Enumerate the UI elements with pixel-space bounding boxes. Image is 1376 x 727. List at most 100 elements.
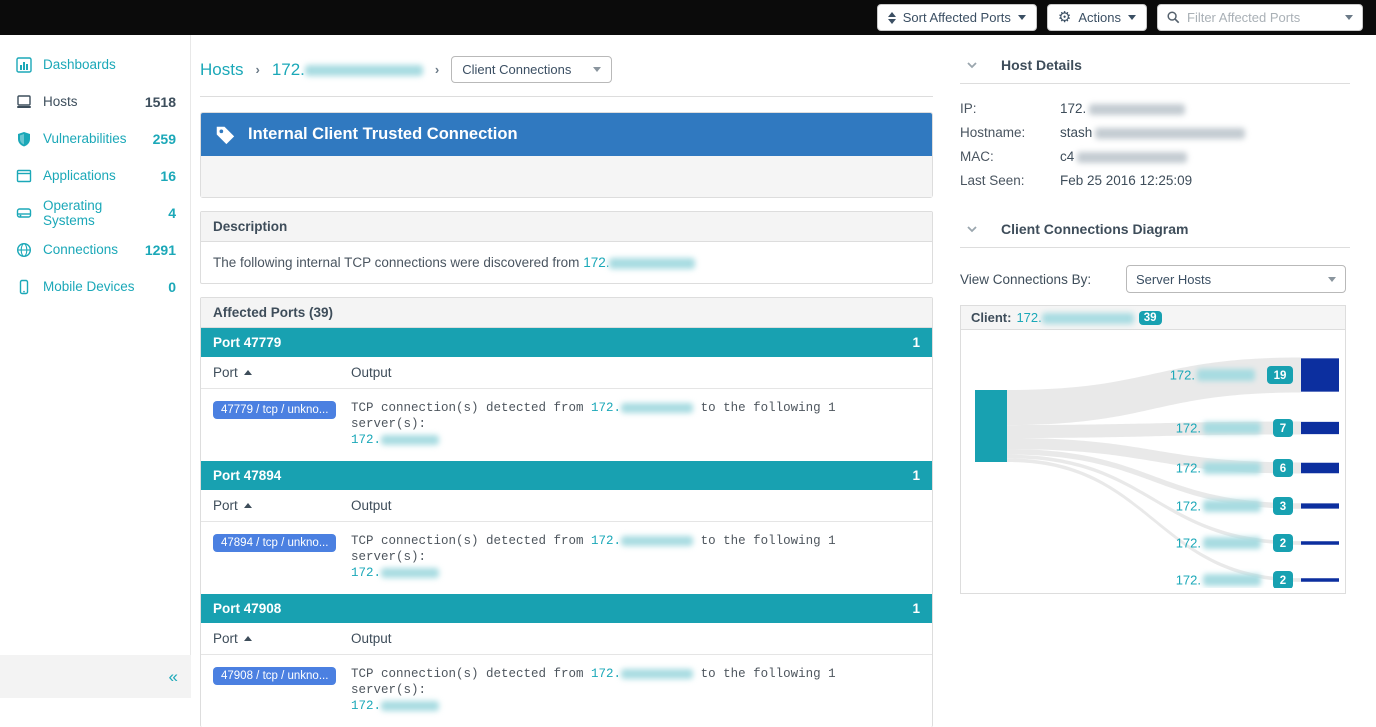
diagram-section-header: Client Connections Diagram — [960, 193, 1350, 248]
port-column-label: Port — [213, 365, 238, 380]
view-mode-dropdown[interactable]: Client Connections — [451, 56, 612, 83]
detail-label: MAC: — [960, 145, 1060, 169]
collapse-chevron-icon[interactable] — [966, 223, 978, 235]
sankey-target-node[interactable] — [1301, 358, 1339, 391]
port-output-text: TCP connection(s) detected from 172. to … — [351, 533, 836, 581]
chevron-down-icon — [1328, 277, 1336, 282]
port-section-band[interactable]: Port 47779 1 — [201, 328, 932, 357]
redacted-ip — [1042, 313, 1134, 324]
sidebar-item-connections[interactable]: Connections 1291 — [0, 231, 190, 268]
sankey-target-node[interactable] — [1301, 578, 1339, 582]
port-section: Port 47908 1 Port Output 47908 / tcp / u… — [201, 594, 932, 727]
port-band-title: Port 47894 — [213, 468, 281, 483]
redacted-ip — [1203, 537, 1261, 549]
sort-ascending-icon — [244, 370, 252, 375]
port-output-text: TCP connection(s) detected from 172. to … — [351, 400, 836, 448]
sankey-target-label[interactable]: 172. — [1176, 461, 1201, 476]
redacted-ip — [1203, 574, 1261, 586]
sidebar-item-count: 1518 — [145, 94, 176, 110]
host-details-title: Host Details — [1001, 57, 1082, 73]
port-column-sort[interactable]: Port — [213, 365, 351, 380]
port-section-band[interactable]: Port 47908 1 — [201, 594, 932, 623]
sidebar-item-operating-systems[interactable]: Operating Systems 4 — [0, 194, 190, 231]
host-detail-row: IP: 172. — [960, 97, 1350, 121]
sankey-target-label[interactable]: 172. — [1176, 573, 1201, 588]
sort-affected-ports-button[interactable]: Sort Affected Ports — [877, 4, 1037, 31]
collapse-chevron-icon[interactable] — [966, 59, 978, 71]
port-band-title: Port 47779 — [213, 335, 281, 350]
port-badge[interactable]: 47779 / tcp / unkno... — [213, 401, 336, 419]
sidebar-collapse-bar: « — [0, 655, 191, 698]
port-section-band[interactable]: Port 47894 1 — [201, 461, 932, 490]
sankey-count-text: 2 — [1280, 575, 1286, 587]
diagram-client-header: Client: 172. 39 — [961, 306, 1345, 330]
redacted-ip — [1203, 422, 1261, 434]
client-total-badge: 39 — [1139, 311, 1162, 325]
sankey-count-text: 19 — [1274, 370, 1287, 382]
sankey-count-text: 3 — [1280, 501, 1286, 513]
breadcrumb-host-ip[interactable]: 172. — [272, 60, 423, 80]
sankey-target-label[interactable]: 172. — [1176, 499, 1201, 514]
out-pre: TCP connection(s) detected from — [351, 667, 591, 681]
sidebar-item-label: Operating Systems — [43, 198, 157, 228]
sidebar-item-label: Dashboards — [43, 57, 165, 72]
redacted-value — [1077, 152, 1187, 163]
description-panel: Description The following internal TCP c… — [200, 211, 933, 284]
collapse-sidebar-button[interactable]: « — [169, 667, 178, 687]
sidebar-item-mobile-devices[interactable]: Mobile Devices 0 — [0, 268, 190, 305]
sort-ascending-icon — [244, 503, 252, 508]
view-connections-by-row: View Connections By: Server Hosts — [960, 248, 1350, 305]
view-by-dropdown[interactable]: Server Hosts — [1126, 265, 1346, 293]
breadcrumb-hosts-link[interactable]: Hosts — [200, 60, 243, 80]
drive-icon — [15, 204, 32, 221]
sidebar-item-label: Hosts — [43, 94, 134, 109]
redacted-ip — [609, 258, 695, 269]
filter-affected-ports-input[interactable]: Filter Affected Ports — [1157, 4, 1363, 31]
sidebar-item-applications[interactable]: Applications 16 — [0, 157, 190, 194]
sankey-target-node[interactable] — [1301, 463, 1339, 474]
out-pre: TCP connection(s) detected from — [351, 401, 591, 415]
port-column-sort[interactable]: Port — [213, 498, 351, 513]
actions-button[interactable]: ⚙ Actions — [1047, 4, 1147, 31]
sidebar-item-count: 1291 — [145, 242, 176, 258]
detail-label: Hostname: — [960, 121, 1060, 145]
sidebar-item-hosts[interactable]: Hosts 1518 — [0, 83, 190, 120]
port-band-count: 1 — [912, 335, 920, 350]
top-toolbar: Sort Affected Ports ⚙ Actions Filter Aff… — [0, 0, 1376, 35]
sankey-target-node[interactable] — [1301, 541, 1339, 545]
redacted-ip — [1203, 500, 1261, 512]
sidebar-item-dashboards[interactable]: Dashboards — [0, 46, 190, 83]
sankey-target-label[interactable]: 172. — [1170, 368, 1195, 383]
redacted-ip — [305, 65, 423, 76]
banner-body — [201, 156, 932, 197]
sankey-chart[interactable]: 19172.7172.6172.3172.2172.2172. — [961, 330, 1345, 588]
sankey-source-node[interactable] — [975, 390, 1007, 462]
port-table-row: 47908 / tcp / unkno... TCP connection(s)… — [201, 655, 932, 727]
out-line2: server(s): — [351, 683, 426, 697]
port-badge[interactable]: 47908 / tcp / unkno... — [213, 667, 336, 685]
sankey-target-node[interactable] — [1301, 422, 1339, 434]
sidebar-item-vulnerabilities[interactable]: Vulnerabilities 259 — [0, 120, 190, 157]
port-table-row: 47779 / tcp / unkno... TCP connection(s)… — [201, 389, 932, 461]
port-column-sort[interactable]: Port — [213, 631, 351, 646]
sankey-target-label[interactable]: 172. — [1176, 421, 1201, 436]
monitor-icon — [15, 93, 32, 110]
ip2: 172. — [351, 566, 381, 580]
sankey-count-text: 6 — [1280, 463, 1286, 475]
view-by-label: View Connections By: — [960, 272, 1091, 287]
port-band-title: Port 47908 — [213, 601, 281, 616]
sidebar-item-label: Applications — [43, 168, 149, 183]
affected-ports-panel: Affected Ports (39) Port 47779 1 Port Ou… — [200, 297, 933, 727]
output-column-label: Output — [351, 631, 392, 646]
port-badge[interactable]: 47894 / tcp / unkno... — [213, 534, 336, 552]
breadcrumb-separator: › — [255, 62, 259, 77]
ip1: 172. — [591, 534, 621, 548]
redacted-ip — [381, 568, 439, 578]
sankey-target-label[interactable]: 172. — [1176, 536, 1201, 551]
sankey-count-text: 7 — [1280, 423, 1286, 435]
description-header: Description — [201, 212, 932, 242]
chevron-down-icon — [1128, 15, 1136, 20]
port-table-row: 47894 / tcp / unkno... TCP connection(s)… — [201, 522, 932, 594]
sankey-target-node[interactable] — [1301, 503, 1339, 508]
actions-button-label: Actions — [1078, 10, 1121, 25]
